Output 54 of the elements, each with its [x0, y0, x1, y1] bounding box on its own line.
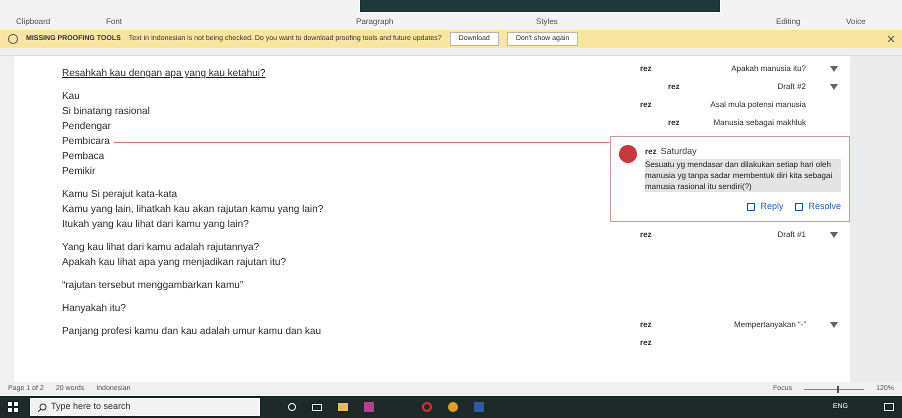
dropdown-caret-icon[interactable] [830, 66, 838, 72]
document-text: Panjang profesi kamu dan kau adalah umur kamu dan kau [62, 325, 322, 339]
document-text: Kau [62, 90, 80, 104]
comment-author: rez [668, 81, 681, 93]
ribbon-group-label: Styles [536, 16, 559, 28]
ribbon-group-label: Clipboard [16, 16, 52, 28]
document-text: Resahkah kau dengan apa yang kau ketahui? [62, 67, 266, 81]
dropdown-caret-icon[interactable] [830, 232, 838, 238]
document-text: Kamu yang lain, lihatkah kau akan rajutan kamu yang lain? [62, 203, 324, 217]
comment-text: Apakah manusia itu? [730, 63, 807, 75]
document-text: Apakah kau lihat apa yang menjadikan rajutan itu? [62, 256, 286, 270]
ribbon-group-label: Editing [776, 16, 802, 28]
comment-author: rez [668, 117, 681, 129]
document-text: Si binatang rasional [62, 105, 150, 119]
comment-author: rez [640, 319, 653, 331]
comment-time: Saturday [660, 145, 697, 158]
reply-button[interactable]: Reply [747, 200, 784, 213]
comment-text: Asal mula potensi manusia [709, 99, 807, 111]
document-text: Yang kau lihat dari kamu adalah rajutannya? [62, 241, 260, 255]
search-field[interactable]: Type here to search [30, 398, 260, 416]
ribbon-group-label: Paragraph [356, 16, 394, 28]
comment-author: rez [640, 63, 653, 75]
checkbox-icon [795, 202, 804, 211]
comment-text: Draft #1 [776, 229, 807, 241]
resolve-button[interactable]: Resolve [795, 200, 841, 213]
reply-icon [747, 202, 756, 211]
ribbon-group-label: Font [106, 16, 124, 28]
comment-text: Manusia sebagai makhluk [712, 117, 807, 129]
document-text: Kamu Si perajut kata-kata [62, 188, 178, 202]
comment-author: rez [640, 229, 653, 241]
notification-icon[interactable] [884, 403, 894, 411]
zoom-slider-thumb[interactable] [837, 386, 840, 392]
comment-text: Mempertanyakan “-” [732, 319, 807, 331]
windows-view-icon[interactable] [312, 404, 322, 410]
search-icon [38, 402, 47, 412]
info-icon [8, 34, 18, 44]
document-text: Pembaca [62, 150, 104, 164]
document-text: Pendengar [62, 120, 111, 134]
dropdown-caret-icon[interactable] [830, 322, 838, 328]
avatar-icon [619, 145, 637, 163]
comment-text: Draft #2 [776, 81, 807, 93]
document-text: “rajutan tersebut menggambarkan kamu” [62, 279, 244, 293]
document-text: Pembicara [62, 135, 110, 149]
document-text: Hanyakah itu? [62, 302, 126, 316]
dropdown-caret-icon[interactable] [830, 84, 838, 90]
document-text: Pemikir [62, 165, 96, 179]
document-text: Itukah yang kau lihat dari kamu yang lain? [62, 218, 249, 232]
ribbon-group-label: Voice [846, 16, 867, 28]
comment-author: rez [645, 146, 657, 158]
comment-author: rez [640, 99, 653, 111]
comment-text: Sesuatu yg mendasar dan dilakukan setiap hari oleh manusia yg tanpa sadar membentuk diri kita sebagai manusia rasional itu sendiri(?) [645, 158, 841, 192]
windows-icon[interactable] [8, 402, 18, 412]
comment-author: rez [640, 337, 653, 349]
close-icon[interactable] [888, 36, 894, 42]
